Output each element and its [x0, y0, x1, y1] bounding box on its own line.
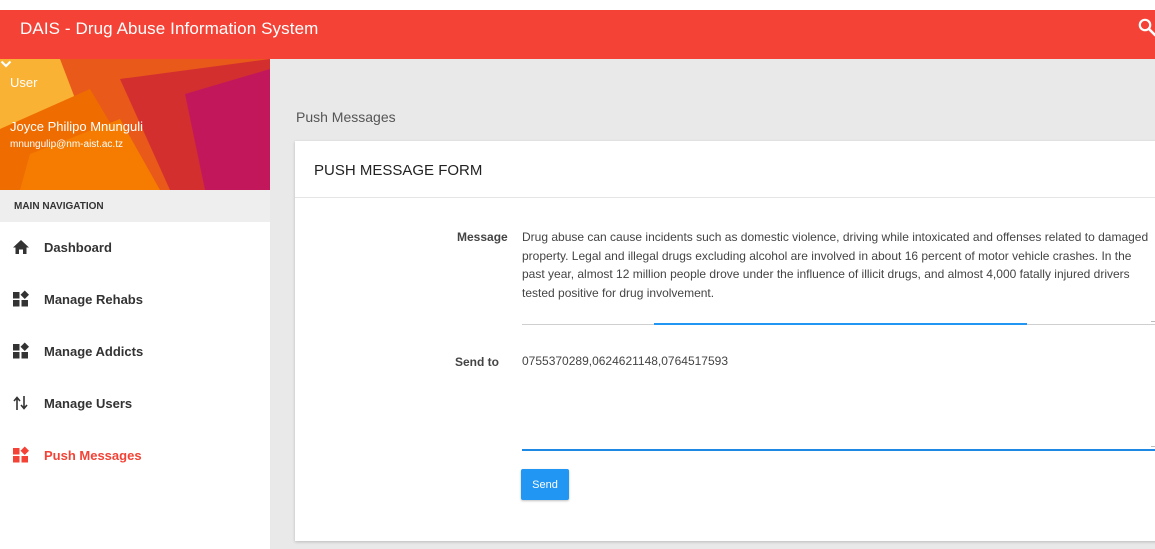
main-content: Push Messages PUSH MESSAGE FORM Message … — [270, 59, 1155, 549]
sidebar-item-dashboard[interactable]: Dashboard — [0, 222, 270, 274]
message-textarea[interactable]: Drug abuse can cause incidents such as d… — [522, 228, 1152, 302]
sidebar-item-push-messages[interactable]: Push Messages — [0, 430, 270, 482]
user-profile-panel: User Joyce Philipo Mnunguli mnungulip@nm… — [0, 59, 270, 190]
widgets-icon — [13, 446, 29, 463]
home-icon — [13, 240, 29, 254]
sidebar-item-label: Manage Rehabs — [44, 292, 143, 307]
message-resize-handle[interactable] — [1151, 317, 1155, 322]
sidebar-item-label: Dashboard — [44, 240, 112, 255]
nav-header: MAIN NAVIGATION — [0, 190, 270, 222]
send-button[interactable]: Send — [521, 469, 569, 500]
sidebar-item-manage-rehabs[interactable]: Manage Rehabs — [0, 274, 270, 326]
sidebar-item-label: Manage Users — [44, 396, 133, 411]
page-title: Push Messages — [296, 109, 396, 125]
message-focus-bar — [654, 323, 1027, 325]
user-email: mnungulip@nm-aist.ac.tz — [10, 139, 123, 150]
send-to-label: Send to — [455, 355, 499, 369]
sidebar-item-manage-users[interactable]: Manage Users — [0, 378, 270, 430]
sidebar-item-label: Manage Addicts — [44, 344, 144, 359]
send-to-textarea[interactable]: 0755370289,0624621148,0764517593 — [522, 354, 728, 368]
send-to-underline — [522, 449, 1155, 451]
message-label: Message — [457, 230, 508, 244]
sidebar-item-manage-addicts[interactable]: Manage Addicts — [0, 326, 270, 378]
top-bar: DAIS - Drug Abuse Information System — [0, 10, 1155, 59]
send-to-resize-handle[interactable] — [1151, 442, 1155, 447]
widgets-icon — [13, 290, 29, 307]
chevron-down-icon[interactable] — [0, 59, 12, 69]
widgets-icon — [13, 342, 29, 359]
search-icon[interactable] — [1138, 18, 1155, 38]
top-strip — [0, 0, 1155, 10]
form-title: PUSH MESSAGE FORM — [314, 162, 483, 179]
card-header: PUSH MESSAGE FORM — [295, 141, 1155, 198]
user-label: User — [10, 75, 38, 90]
nav-header-label: MAIN NAVIGATION — [14, 201, 104, 212]
app-title[interactable]: DAIS - Drug Abuse Information System — [20, 19, 318, 39]
sidebar: User Joyce Philipo Mnunguli mnungulip@nm… — [0, 59, 270, 549]
sidebar-item-label: Push Messages — [44, 448, 142, 463]
push-message-card: PUSH MESSAGE FORM Message Drug abuse can… — [295, 141, 1155, 541]
user-name: Joyce Philipo Mnunguli — [10, 119, 143, 134]
swap-icon — [13, 396, 28, 410]
